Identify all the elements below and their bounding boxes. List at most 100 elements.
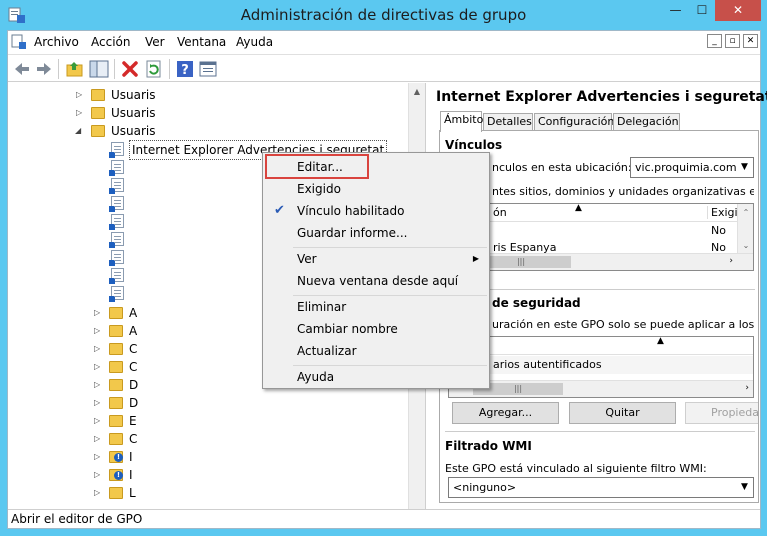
menu-item-ayuda[interactable]: Ayuda: [265, 366, 487, 388]
tab-ambito[interactable]: Ámbito: [440, 111, 483, 132]
refresh-icon[interactable]: [144, 59, 164, 79]
title-bar[interactable]: Administración de directivas de grupo — …: [0, 0, 767, 30]
expand-arrow-icon[interactable]: ▷: [76, 104, 86, 122]
tree-node-folder[interactable]: ▷ A: [8, 304, 148, 322]
menu-accion[interactable]: Acción: [91, 35, 130, 49]
gpo-link-icon[interactable]: [109, 160, 124, 176]
security-list[interactable]: ▲ arios autentificados ||| ›: [448, 336, 754, 398]
tree-node-usuaris-3[interactable]: ◢ Usuaris: [8, 122, 408, 140]
gpo-link-icon[interactable]: [109, 286, 124, 302]
links-vertical-scrollbar[interactable]: ⌃ ⌄: [737, 204, 753, 254]
wmi-filter-select[interactable]: <ninguno> ▼: [448, 477, 754, 498]
expand-arrow-icon[interactable]: ▷: [94, 322, 104, 340]
tree-node-folder[interactable]: ▷ C: [8, 340, 148, 358]
menu-item-exigido[interactable]: Exigido: [265, 178, 487, 200]
tree-node-folder[interactable]: ▷ L: [8, 484, 148, 502]
gpo-link-icon[interactable]: [109, 250, 124, 266]
links-location-value: vic.proquimia.com: [635, 161, 737, 174]
expand-arrow-icon[interactable]: ▷: [94, 376, 104, 394]
menu-item-cambiar-nombre[interactable]: Cambiar nombre: [265, 318, 487, 340]
show-hide-tree-icon[interactable]: [89, 59, 109, 79]
mdi-restore-button[interactable]: ▫: [725, 34, 740, 48]
expand-arrow-icon[interactable]: ▷: [94, 430, 104, 448]
sort-arrow-icon: ▲: [657, 336, 664, 346]
remove-button[interactable]: Quitar: [569, 402, 676, 424]
tree-node-label: A: [129, 306, 138, 320]
security-horizontal-scrollbar[interactable]: ||| ›: [449, 380, 753, 397]
collapse-arrow-icon[interactable]: ◢: [75, 122, 85, 140]
folder-icon: [91, 125, 105, 137]
table-row[interactable]: arios autentificados: [449, 356, 753, 374]
delete-icon[interactable]: [120, 59, 140, 79]
app-menu-icon[interactable]: [11, 34, 27, 50]
menu-item-vinculo-habilitado[interactable]: ✔ Vínculo habilitado: [265, 200, 487, 222]
folder-icon: [109, 397, 123, 409]
tab-configuracion[interactable]: Configuración: [534, 113, 614, 131]
context-menu: Editar... Exigido ✔ Vínculo habilitado G…: [262, 152, 490, 389]
menu-item-ver[interactable]: Ver ▶: [265, 248, 487, 270]
info-icon: !: [114, 471, 123, 480]
links-col-location-header[interactable]: ón: [493, 206, 507, 219]
gpo-link-icon[interactable]: [109, 178, 124, 194]
tree-node-folder-info[interactable]: ▷ ! I: [8, 466, 148, 484]
close-button[interactable]: ✕: [715, 0, 761, 21]
scroll-right-arrow-icon[interactable]: ›: [745, 383, 749, 393]
tree-node-folder[interactable]: ▷ C: [8, 358, 148, 376]
help-icon[interactable]: ?: [175, 59, 195, 79]
tree-node-folder-info[interactable]: ▷ ! I: [8, 448, 148, 466]
menu-archivo[interactable]: Archivo: [34, 35, 79, 49]
gpo-link-icon[interactable]: [109, 214, 124, 230]
expand-arrow-icon[interactable]: ▷: [94, 466, 104, 484]
expand-arrow-icon[interactable]: ▷: [94, 358, 104, 376]
maximize-button[interactable]: ☐: [689, 0, 715, 21]
menu-ver[interactable]: Ver: [145, 35, 165, 49]
expand-arrow-icon[interactable]: ▷: [76, 86, 86, 104]
menu-ventana[interactable]: Ventana: [177, 35, 226, 49]
tree-node-folder[interactable]: ▷ D: [8, 394, 148, 412]
tree-node-folder[interactable]: ▷ A: [8, 322, 148, 340]
menu-item-nueva-ventana[interactable]: Nueva ventana desde aquí: [265, 270, 487, 292]
menu-item-guardar-informe[interactable]: Guardar informe...: [265, 222, 487, 244]
properties-button[interactable]: Propiedad: [685, 402, 758, 424]
back-arrow-icon[interactable]: [12, 59, 32, 79]
tree-node-label: C: [129, 360, 138, 374]
mdi-close-button[interactable]: ✕: [743, 34, 758, 48]
properties-panel-icon[interactable]: [198, 59, 218, 79]
links-horizontal-scrollbar[interactable]: ||| ›: [449, 253, 753, 270]
menu-ayuda[interactable]: Ayuda: [236, 35, 273, 49]
expand-arrow-icon[interactable]: ▷: [94, 412, 104, 430]
expand-arrow-icon[interactable]: ▷: [94, 340, 104, 358]
expand-arrow-icon[interactable]: ▷: [94, 394, 104, 412]
tree-node-folder[interactable]: ▷ E: [8, 412, 148, 430]
expand-arrow-icon[interactable]: ▷: [94, 484, 104, 502]
tree-node-usuaris-2[interactable]: ▷ Usuaris: [8, 104, 408, 122]
tree-node-folder[interactable]: ▷ C: [8, 430, 148, 448]
tab-detalles[interactable]: Detalles: [483, 113, 533, 131]
tab-delegacion[interactable]: Delegación: [613, 113, 680, 131]
scroll-right-arrow-icon[interactable]: ›: [729, 256, 733, 266]
expand-arrow-icon[interactable]: ▷: [94, 448, 104, 466]
up-folder-icon[interactable]: [65, 59, 85, 79]
mdi-minimize-button[interactable]: _: [707, 34, 722, 48]
forward-arrow-icon[interactable]: [34, 59, 54, 79]
tree-node-label: A: [129, 324, 138, 338]
gpo-link-icon[interactable]: [109, 232, 124, 248]
links-location-select[interactable]: vic.proquimia.com ▼: [630, 157, 754, 178]
gpo-link-icon[interactable]: [109, 196, 124, 212]
tree-node-folder[interactable]: ▷ D: [8, 376, 148, 394]
tree-node-usuaris-1[interactable]: ▷ Usuaris: [8, 86, 408, 104]
scroll-up-arrow-icon[interactable]: ▲: [409, 83, 425, 100]
table-row[interactable]: No: [449, 223, 739, 239]
menu-item-eliminar[interactable]: Eliminar: [265, 296, 487, 318]
folder-icon: [109, 343, 123, 355]
expand-arrow-icon[interactable]: ▷: [94, 304, 104, 322]
folder-icon: [109, 379, 123, 391]
links-list[interactable]: ón ▲ Exigi No ris Espanya No ⌃ ⌄ ||| ›: [448, 203, 754, 271]
minimize-button[interactable]: —: [662, 0, 689, 21]
scroll-down-arrow-icon[interactable]: ⌄: [738, 237, 753, 254]
add-button[interactable]: Agregar...: [452, 402, 559, 424]
links-col-enforced-header[interactable]: Exigi: [707, 206, 738, 219]
scroll-up-arrow-icon[interactable]: ⌃: [738, 204, 753, 221]
gpo-link-icon[interactable]: [109, 268, 124, 284]
menu-item-actualizar[interactable]: Actualizar: [265, 340, 487, 362]
